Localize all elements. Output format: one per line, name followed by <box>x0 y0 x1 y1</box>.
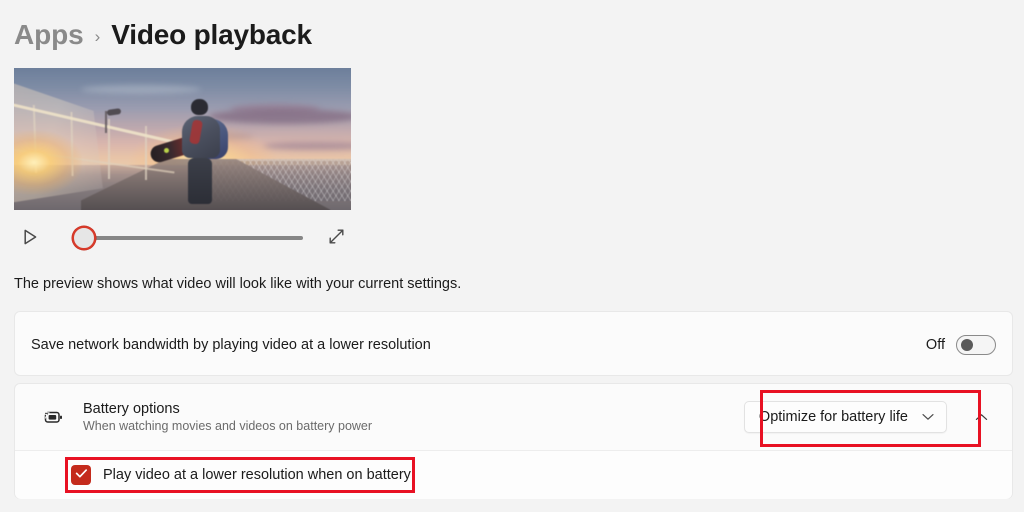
battery-mode-value: Optimize for battery life <box>758 409 908 425</box>
preview-caption: The preview shows what video will look l… <box>14 276 462 292</box>
video-player-controls <box>14 222 351 254</box>
bandwidth-label: Save network bandwidth by playing video … <box>31 336 431 353</box>
bandwidth-setting-card: Save network bandwidth by playing video … <box>14 311 1013 376</box>
battery-row-right: Optimize for battery life <box>743 401 996 433</box>
chevron-up-icon <box>975 410 988 425</box>
battery-row-main: Battery options When watching movies and… <box>83 401 744 433</box>
slider-thumb[interactable] <box>72 226 96 250</box>
bandwidth-toggle-state-label: Off <box>925 336 945 353</box>
bandwidth-toggle[interactable] <box>956 334 996 355</box>
battery-card-collapse-button[interactable] <box>966 402 996 432</box>
video-preview-frame <box>14 68 351 210</box>
breadcrumb: Apps › Video playback <box>14 16 312 54</box>
lower-resolution-checkbox-group[interactable]: Play video at a lower resolution when on… <box>71 465 411 485</box>
fullscreen-button[interactable] <box>321 223 351 253</box>
slider-track[interactable] <box>86 236 303 240</box>
play-triangle-icon <box>23 229 38 248</box>
breadcrumb-separator-icon: › <box>94 27 101 46</box>
battery-mode-dropdown[interactable]: Optimize for battery life <box>743 401 947 433</box>
page-title: Video playback <box>111 19 312 50</box>
photo-softening-overlay <box>14 68 351 210</box>
battery-options-title: Battery options <box>83 401 180 417</box>
checkmark-icon <box>75 466 88 484</box>
bandwidth-row-main: Save network bandwidth by playing video … <box>31 337 926 353</box>
video-preview[interactable] <box>14 68 351 210</box>
lower-resolution-checkbox[interactable] <box>71 465 91 485</box>
lower-resolution-checkbox-label: Play video at a lower resolution when on… <box>103 467 411 483</box>
chevron-down-icon <box>922 408 934 426</box>
battery-options-card: Battery options When watching movies and… <box>14 383 1013 499</box>
play-button[interactable] <box>14 222 46 254</box>
bandwidth-row-right: Off <box>925 334 996 355</box>
fullscreen-expand-icon <box>328 228 345 248</box>
video-playback-settings-page: Apps › Video playback The preview shows … <box>0 0 1024 512</box>
toggle-knob <box>961 338 973 351</box>
breadcrumb-parent-apps[interactable]: Apps <box>14 19 84 51</box>
battery-options-row[interactable]: Battery options When watching movies and… <box>15 384 1012 450</box>
playback-progress-slider[interactable] <box>72 222 307 254</box>
battery-expanded-subrow: Play video at a lower resolution when on… <box>15 450 1012 499</box>
battery-text-group: Battery options When watching movies and… <box>83 401 372 433</box>
bandwidth-row: Save network bandwidth by playing video … <box>15 312 1012 377</box>
battery-charging-icon <box>41 406 63 428</box>
battery-options-subtitle: When watching movies and videos on batte… <box>83 419 373 433</box>
